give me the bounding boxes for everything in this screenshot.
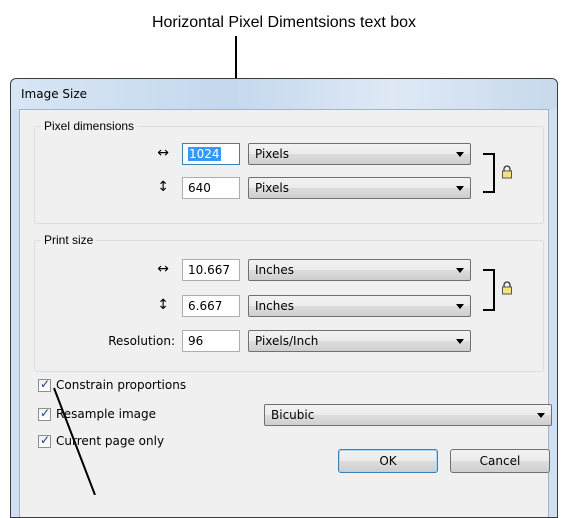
pixel-width-input[interactable]: 1024 (182, 143, 240, 165)
print-height-input[interactable]: 6.667 (182, 295, 240, 317)
print-width-unit-value: Inches (255, 263, 294, 277)
print-width-value: 10.667 (188, 263, 230, 277)
checkmark-icon: ✓ (40, 377, 51, 391)
image-size-dialog: Image Size Pixel dimensions ↔ 1024 Pixel… (10, 78, 558, 518)
current-page-only-label: Current page only (56, 434, 165, 448)
resample-method-select[interactable]: Bicubic (264, 404, 552, 426)
chevron-down-icon (456, 186, 464, 191)
chevron-down-icon (456, 152, 464, 157)
resolution-unit-value: Pixels/Inch (255, 334, 319, 348)
print-size-group: Print size ↔ 10.667 Inches ↕ 6.667 Inche… (34, 233, 544, 372)
print-height-value: 6.667 (188, 299, 223, 313)
lock-icon[interactable] (501, 165, 513, 179)
resolution-label: Resolution: (108, 334, 175, 348)
resample-image-label: Resample image (56, 407, 157, 421)
chevron-down-icon (537, 413, 545, 418)
link-bracket (483, 269, 495, 311)
resample-image-checkbox[interactable]: ✓ Resample image (38, 406, 238, 423)
resample-method-value: Bicubic (271, 408, 315, 422)
print-height-unit-value: Inches (255, 299, 294, 313)
chevron-down-icon (456, 339, 464, 344)
lock-icon[interactable] (501, 281, 513, 295)
callout-label: Horizontal Pixel Dimentsions text box (151, 14, 417, 31)
horizontal-arrow-icon: ↔ (157, 145, 169, 161)
pixel-height-input[interactable]: 640 (182, 177, 240, 199)
current-page-only-checkbox[interactable]: ✓ Current page only (38, 433, 238, 450)
chevron-down-icon (456, 304, 464, 309)
print-width-input[interactable]: 10.667 (182, 259, 240, 281)
horizontal-arrow-icon: ↔ (157, 261, 169, 277)
checkbox-box: ✓ (38, 406, 51, 421)
pixel-width-unit-select[interactable]: Pixels (248, 143, 471, 165)
pixel-height-unit-select[interactable]: Pixels (248, 177, 471, 199)
pixel-height-value: 640 (188, 181, 211, 195)
checkbox-box: ✓ (38, 377, 51, 392)
print-width-unit-select[interactable]: Inches (248, 259, 471, 281)
resolution-unit-select[interactable]: Pixels/Inch (248, 330, 471, 352)
cancel-button[interactable]: Cancel (450, 449, 550, 473)
resolution-value: 96 (188, 334, 204, 348)
pixel-dimensions-legend: Pixel dimensions (41, 119, 138, 133)
chevron-down-icon (456, 268, 464, 273)
resolution-input[interactable]: 96 (182, 330, 240, 352)
pixel-width-unit-value: Pixels (255, 147, 290, 161)
checkmark-icon: ✓ (40, 433, 51, 447)
link-bracket (483, 153, 495, 193)
print-height-unit-select[interactable]: Inches (248, 295, 471, 317)
constrain-proportions-label: Constrain proportions (56, 378, 187, 392)
dialog-titlebar[interactable]: Image Size (11, 79, 557, 109)
ok-button[interactable]: OK (338, 449, 438, 473)
checkmark-icon: ✓ (40, 406, 51, 420)
checkbox-box: ✓ (38, 433, 51, 448)
vertical-arrow-icon: ↕ (157, 179, 169, 195)
pixel-dimensions-group: Pixel dimensions ↔ 1024 Pixels ↕ 640 Pix… (34, 119, 544, 224)
dialog-title: Image Size (21, 87, 88, 101)
print-size-legend: Print size (41, 233, 97, 247)
pixel-height-unit-value: Pixels (255, 181, 290, 195)
vertical-arrow-icon: ↕ (157, 297, 169, 313)
dialog-client-area: Pixel dimensions ↔ 1024 Pixels ↕ 640 Pix… (19, 109, 552, 517)
pixel-width-value: 1024 (188, 147, 221, 161)
constrain-proportions-checkbox[interactable]: ✓ Constrain proportions (38, 377, 238, 394)
